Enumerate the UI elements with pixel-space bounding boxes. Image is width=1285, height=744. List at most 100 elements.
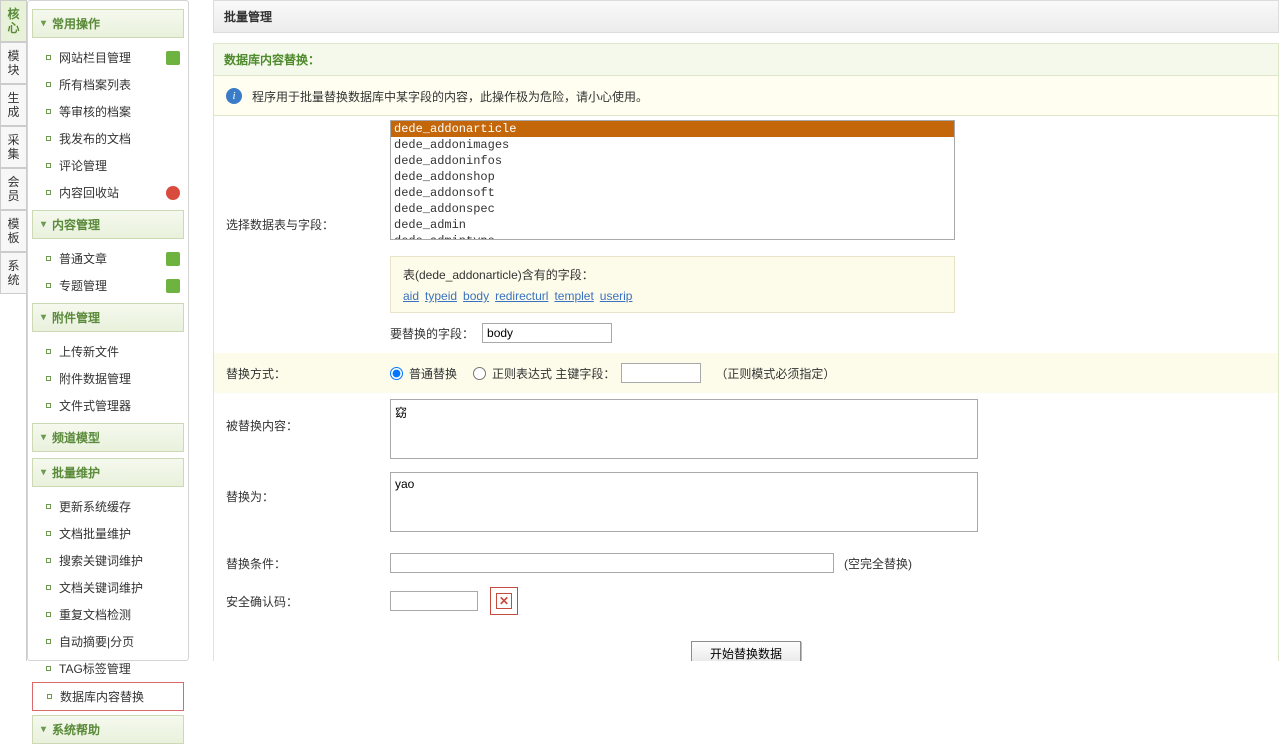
- sidebar-item[interactable]: 文档关键词维护: [32, 574, 184, 601]
- sidebar-item[interactable]: 自动摘要|分页: [32, 628, 184, 655]
- chevron-down-icon: ▾: [41, 724, 46, 735]
- sidebar-item[interactable]: 更新系统缓存: [32, 493, 184, 520]
- radio-regex-label: 正则表达式 主键字段：: [492, 365, 615, 382]
- doc-icon: [166, 252, 180, 266]
- sidebar-item-label: 等审核的档案: [59, 103, 131, 120]
- chevron-down-icon: ▾: [41, 18, 46, 29]
- submit-button[interactable]: 开始替换数据: [691, 641, 801, 661]
- table-option[interactable]: dede_addonshop: [391, 169, 954, 185]
- vert-tab[interactable]: 会员: [0, 168, 26, 210]
- sidebar-section-title: 批量维护: [52, 464, 100, 481]
- sidebar-item[interactable]: 数据库内容替换: [32, 682, 184, 711]
- sidebar-item[interactable]: 文档批量维护: [32, 520, 184, 547]
- table-select[interactable]: dede_addonarticledede_addonimagesdede_ad…: [390, 120, 955, 240]
- condition-input[interactable]: [390, 553, 834, 573]
- main-panel: 批量管理 数据库内容替换： i 程序用于批量替换数据库中某字段的内容，此操作极为…: [213, 0, 1285, 661]
- sidebar-section-header[interactable]: ▾附件管理: [32, 303, 184, 332]
- field-link[interactable]: aid: [403, 289, 419, 303]
- sidebar-item[interactable]: 我发布的文档: [32, 125, 184, 152]
- sidebar-item-label: 搜索关键词维护: [59, 552, 143, 569]
- field-link[interactable]: body: [463, 289, 489, 303]
- label-condition: 替换条件：: [214, 555, 390, 572]
- close-icon: ✕: [496, 593, 512, 609]
- bullet-icon: [46, 666, 51, 671]
- bullet-icon: [46, 256, 51, 261]
- key-field-input[interactable]: [621, 363, 701, 383]
- field-link[interactable]: redirecturl: [495, 289, 548, 303]
- sidebar-item[interactable]: 所有档案列表: [32, 71, 184, 98]
- chevron-down-icon: ▾: [41, 432, 46, 443]
- bullet-icon: [46, 109, 51, 114]
- bullet-icon: [46, 190, 51, 195]
- radio-normal-label: 普通替换: [409, 365, 457, 382]
- sidebar-section-title: 常用操作: [52, 15, 100, 32]
- vert-tab[interactable]: 采集: [0, 126, 26, 168]
- sidebar-item-label: 附件数据管理: [59, 370, 131, 387]
- bullet-icon: [46, 531, 51, 536]
- sidebar-section-title: 频道模型: [52, 429, 100, 446]
- sidebar-item[interactable]: 附件数据管理: [32, 365, 184, 392]
- mode-note: （正则模式必须指定）: [715, 365, 835, 382]
- sidebar-item[interactable]: 内容回收站: [32, 179, 184, 206]
- sidebar: ▾ 常用操作网站栏目管理所有档案列表等审核的档案我发布的文档评论管理内容回收站 ▾内…: [27, 0, 189, 661]
- sidebar-section-title: 系统帮助: [52, 721, 100, 738]
- sidebar-item-label: 文档关键词维护: [59, 579, 143, 596]
- table-option[interactable]: dede_addoninfos: [391, 153, 954, 169]
- sidebar-item-label: TAG标签管理: [59, 660, 131, 677]
- vert-tab[interactable]: 模块: [0, 42, 26, 84]
- field-link[interactable]: templet: [554, 289, 593, 303]
- warning-text: 程序用于批量替换数据库中某字段的内容，此操作极为危险，请小心使用。: [252, 88, 648, 105]
- label-replace-field: 要替换的字段：: [390, 325, 474, 342]
- bullet-icon: [46, 558, 51, 563]
- vert-tab[interactable]: 核心: [0, 0, 26, 42]
- table-option[interactable]: dede_addonarticle: [391, 121, 954, 137]
- vertical-nav: 核心模块生成采集会员模板系统: [0, 0, 27, 661]
- sidebar-section-header[interactable]: ▾ 批量维护: [32, 458, 184, 487]
- table-option[interactable]: dede_addonsoft: [391, 185, 954, 201]
- label-replaced-content: 被替换内容：: [214, 417, 390, 434]
- table-option[interactable]: dede_admintype: [391, 233, 954, 240]
- field-info-prefix: 表(dede_addonarticle)含有的字段：: [403, 266, 942, 283]
- sidebar-item[interactable]: 评论管理: [32, 152, 184, 179]
- sidebar-item[interactable]: 网站栏目管理: [32, 44, 184, 71]
- bullet-icon: [46, 136, 51, 141]
- bullet-icon: [46, 55, 51, 60]
- table-option[interactable]: dede_admin: [391, 217, 954, 233]
- sidebar-section-header[interactable]: ▾内容管理: [32, 210, 184, 239]
- sidebar-item-label: 上传新文件: [59, 343, 119, 360]
- field-link[interactable]: typeid: [425, 289, 457, 303]
- bullet-icon: [46, 82, 51, 87]
- security-code-input[interactable]: [390, 591, 478, 611]
- replaced-content-textarea[interactable]: [390, 399, 978, 459]
- vert-tab[interactable]: 系统: [0, 252, 26, 294]
- sidebar-item-label: 文档批量维护: [59, 525, 131, 542]
- sidebar-section-header[interactable]: ▾ 系统帮助: [32, 715, 184, 744]
- table-option[interactable]: dede_addonimages: [391, 137, 954, 153]
- sidebar-item[interactable]: 专题管理: [32, 272, 184, 299]
- sidebar-section-header[interactable]: ▾ 频道模型: [32, 423, 184, 452]
- sidebar-section-title: 附件管理: [52, 309, 100, 326]
- sidebar-item-label: 普通文章: [59, 250, 107, 267]
- radio-normal[interactable]: [390, 367, 403, 380]
- table-option[interactable]: dede_addonspec: [391, 201, 954, 217]
- sidebar-item[interactable]: 搜索关键词维护: [32, 547, 184, 574]
- sidebar-item[interactable]: 等审核的档案: [32, 98, 184, 125]
- field-link[interactable]: userip: [600, 289, 633, 303]
- bullet-icon: [47, 694, 52, 699]
- sidebar-section-header[interactable]: ▾ 常用操作: [32, 9, 184, 38]
- field-info-box: 表(dede_addonarticle)含有的字段： aid typeid body…: [390, 256, 955, 313]
- bullet-icon: [46, 585, 51, 590]
- vert-tab[interactable]: 生成: [0, 84, 26, 126]
- chevron-down-icon: ▾: [41, 467, 46, 478]
- sidebar-item[interactable]: 重复文档检测: [32, 601, 184, 628]
- replace-field-input[interactable]: [482, 323, 612, 343]
- sidebar-item[interactable]: TAG标签管理: [32, 655, 184, 682]
- sidebar-item[interactable]: 上传新文件: [32, 338, 184, 365]
- sidebar-item[interactable]: 文件式管理器: [32, 392, 184, 419]
- vert-tab[interactable]: 模板: [0, 210, 26, 252]
- sidebar-item[interactable]: 普通文章: [32, 245, 184, 272]
- radio-regex[interactable]: [473, 367, 486, 380]
- label-security: 安全确认码：: [214, 593, 390, 610]
- bullet-icon: [46, 403, 51, 408]
- replace-to-textarea[interactable]: [390, 472, 978, 532]
